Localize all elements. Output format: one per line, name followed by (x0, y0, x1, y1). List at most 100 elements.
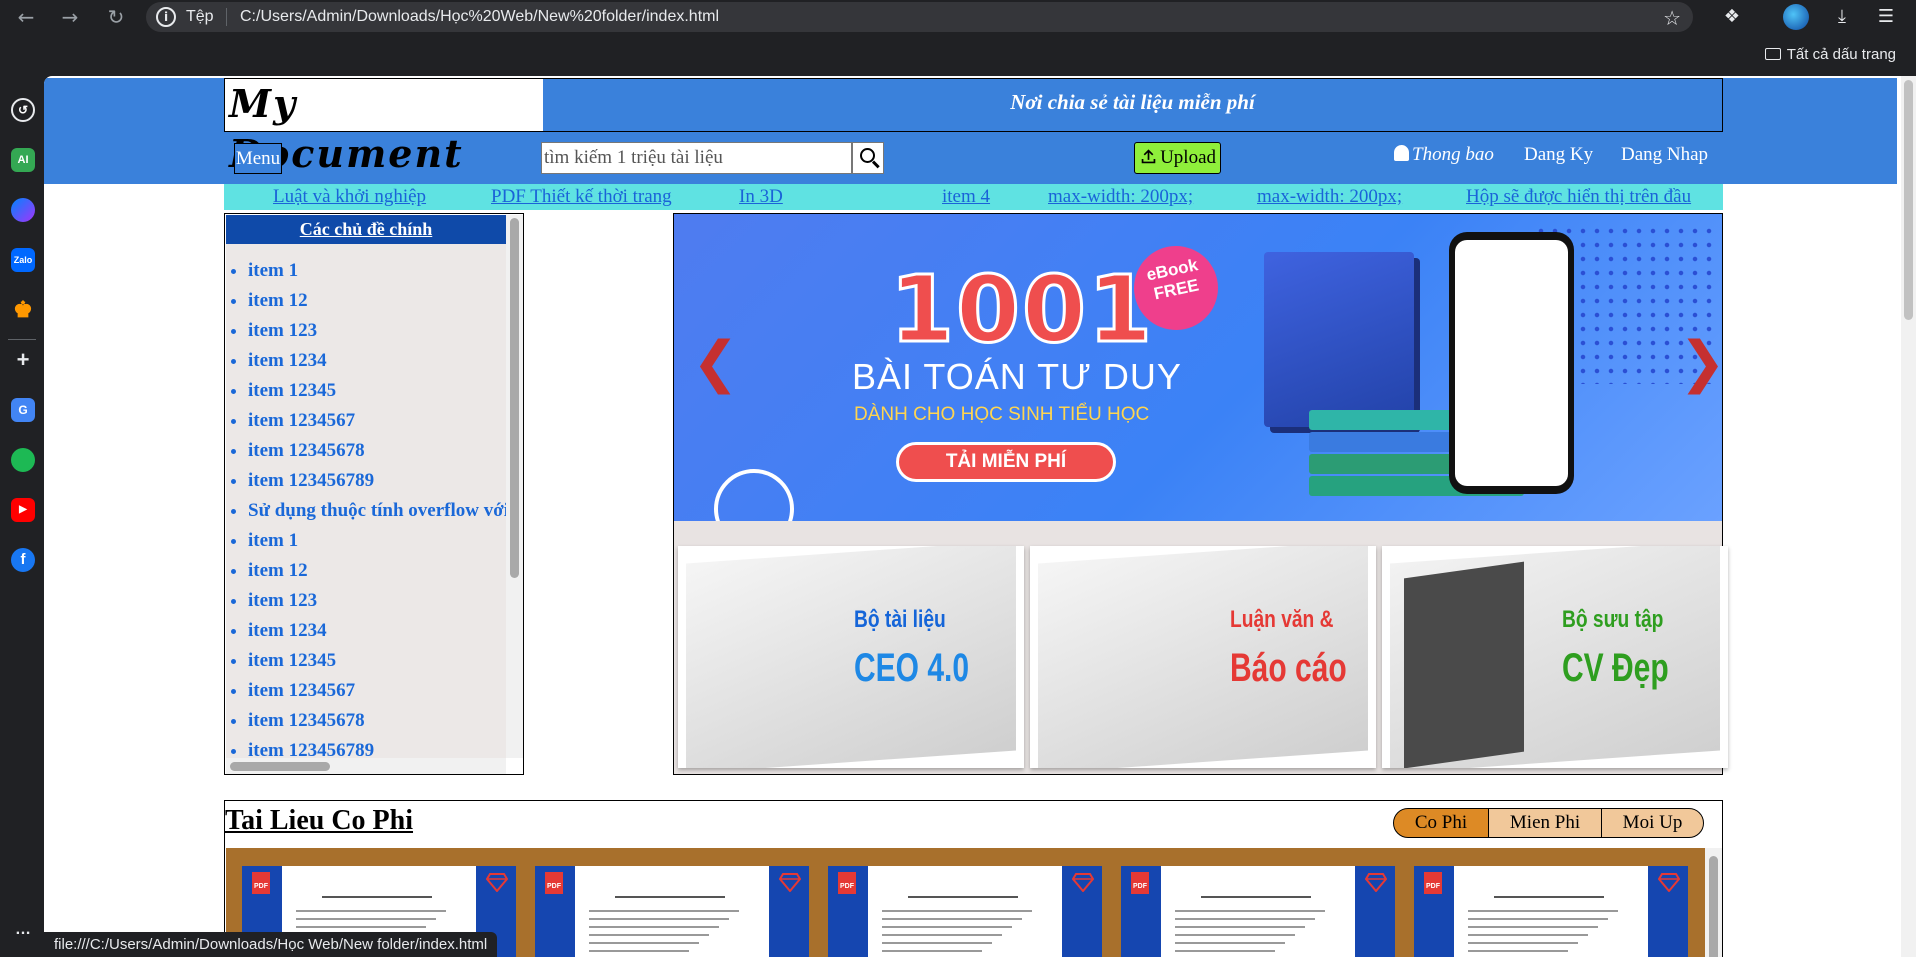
scroll-thumb[interactable] (230, 762, 330, 771)
topic-item[interactable]: item 123456789 (248, 466, 506, 496)
diamond-icon (486, 873, 508, 892)
browser-side-panel: ↺ AI Zalo ♚ + G ▶ f … (0, 76, 44, 957)
topic-item[interactable]: item 1234 (248, 616, 506, 646)
crown-icon[interactable]: ♚ (11, 298, 35, 322)
brand-bar: My Document Nơi chia sẻ tài liệu miễn ph… (224, 78, 1723, 176)
document-card[interactable]: PDF (1121, 866, 1395, 957)
topic-item[interactable]: item 12345678 (248, 706, 506, 736)
promo-card-cv[interactable]: Bộ sưu tập CV Đẹp (1382, 546, 1728, 768)
hero-download-button[interactable]: TẢI MIỄN PHÍ (896, 442, 1116, 482)
zalo-icon[interactable]: Zalo (11, 248, 35, 272)
chevron-left-icon[interactable]: ❮ (692, 330, 739, 395)
address-bar[interactable]: i Tệp C:/Users/Admin/Downloads/Học%20Web… (146, 2, 1693, 32)
history-icon[interactable]: ↺ (11, 98, 35, 122)
forward-icon[interactable]: → (58, 5, 82, 29)
more-icon[interactable]: … (11, 918, 35, 942)
site-info-icon[interactable]: i (156, 7, 176, 27)
hero-title: BÀI TOÁN TƯ DUY (852, 356, 1182, 397)
pdf-icon: PDF (1131, 872, 1149, 894)
extensions-icon[interactable]: ❖ (1720, 5, 1744, 29)
topic-item[interactable]: item 12345678 (248, 436, 506, 466)
upload-button[interactable]: Upload (1134, 142, 1221, 174)
topic-item[interactable]: item 123456789 (248, 736, 506, 758)
chevron-right-icon[interactable]: ❯ (1679, 330, 1722, 395)
topic-item[interactable]: item 12345 (248, 376, 506, 406)
category-link[interactable]: item 4 (942, 186, 990, 208)
bookmark-star-icon[interactable]: ☆ (1663, 6, 1681, 30)
back-icon[interactable]: ← (14, 5, 38, 29)
document-thumbnail (1161, 866, 1355, 957)
tab-co-phi[interactable]: Co Phi (1393, 808, 1489, 838)
menu-button[interactable]: Menu (234, 143, 282, 174)
ai-icon[interactable]: AI (11, 148, 35, 172)
category-link[interactable]: Luật và khởi nghiệp (273, 186, 426, 208)
translate-icon[interactable]: G (11, 398, 35, 422)
tab-moi-up[interactable]: Moi Up (1601, 808, 1704, 838)
add-icon[interactable]: + (11, 348, 35, 372)
scroll-thumb[interactable] (1904, 80, 1913, 320)
spotify-icon[interactable] (11, 448, 35, 472)
tab-mien-phi[interactable]: Mien Phi (1488, 808, 1602, 838)
category-link[interactable]: In 3D (739, 186, 783, 208)
pdf-icon: PDF (1424, 872, 1442, 894)
topic-item[interactable]: item 12 (248, 556, 506, 586)
document-thumbnail (575, 866, 769, 957)
topic-item[interactable]: item 123 (248, 316, 506, 346)
promo-card-line1: Bộ sưu tập (1562, 606, 1664, 633)
all-bookmarks-button[interactable]: Tất cả dấu trang (1764, 46, 1896, 63)
topic-item[interactable]: item 123 (248, 586, 506, 616)
search-button[interactable] (852, 142, 884, 174)
profile-avatar[interactable] (1783, 4, 1809, 30)
topic-vertical-scrollbar[interactable] (506, 215, 523, 758)
topic-item[interactable]: item 1 (248, 256, 506, 286)
cv-preview (1404, 561, 1524, 768)
hero-subtitle: DÀNH CHO HỌC SINH TIỂU HỌC (854, 404, 1150, 425)
scroll-thumb[interactable] (510, 218, 519, 578)
upload-icon (1141, 149, 1156, 164)
topic-item[interactable]: item 1234567 (248, 406, 506, 436)
upload-label: Upload (1160, 147, 1216, 168)
reload-icon[interactable]: ↻ (104, 5, 128, 29)
download-icon[interactable]: ⤓ (1830, 5, 1854, 29)
category-link[interactable]: Hộp sẽ được hiển thị trên đầu (1466, 186, 1691, 208)
menu-icon[interactable]: ☰ (1874, 5, 1898, 29)
topic-item[interactable]: item 12345 (248, 646, 506, 676)
decor-ring (714, 469, 794, 521)
promo-card-ceo[interactable]: Bộ tài liệu CEO 4.0 (678, 546, 1024, 768)
search-input[interactable] (541, 142, 852, 174)
topic-item[interactable]: item 1 (248, 526, 506, 556)
notification-link[interactable]: Thong bao (1394, 144, 1494, 166)
promo-card-line1: Luận văn & (1230, 606, 1334, 633)
site-logo[interactable]: My Document (225, 79, 543, 176)
promo-card-thesis[interactable]: Luận văn & Báo cáo (1030, 546, 1376, 768)
topic-horizontal-scrollbar[interactable] (226, 758, 506, 774)
youtube-icon[interactable]: ▶ (11, 498, 35, 522)
pdf-icon: PDF (545, 872, 563, 894)
topic-item[interactable]: item 12 (248, 286, 506, 316)
topic-item[interactable]: item 1234567 (248, 676, 506, 706)
hero-slider[interactable]: 1001 eBook FREE BÀI TOÁN TƯ DUY DÀNH CHO … (674, 214, 1722, 521)
topic-list[interactable]: item 1item 12item 123item 1234item 12345… (226, 244, 506, 758)
login-link[interactable]: Dang Nhap (1621, 144, 1708, 166)
document-card[interactable]: PDF (535, 866, 809, 957)
register-link[interactable]: Dang Ky (1524, 144, 1593, 166)
category-link[interactable]: PDF Thiết kế thời trang (491, 186, 672, 208)
topic-item[interactable]: item 1234 (248, 346, 506, 376)
document-card[interactable]: PDF (1414, 866, 1688, 957)
topic-item[interactable]: Sử dụng thuộc tính overflow với (248, 496, 506, 526)
document-thumbnail (1454, 866, 1648, 957)
category-link[interactable]: max-width: 200px; (1257, 186, 1402, 208)
gallery-scrollbar[interactable] (1705, 848, 1722, 957)
page-scrollbar[interactable] (1901, 76, 1916, 957)
topic-panel-title[interactable]: Các chủ đề chính (226, 215, 506, 244)
messenger-icon[interactable] (11, 198, 35, 222)
url-text[interactable]: C:/Users/Admin/Downloads/Học%20Web/New%2… (240, 8, 719, 26)
document-card[interactable]: PDF (828, 866, 1102, 957)
facebook-icon[interactable]: f (11, 548, 35, 572)
book-image (1264, 252, 1414, 427)
banner-area: 1001 eBook FREE BÀI TOÁN TƯ DUY DÀNH CHO … (673, 213, 1728, 775)
scroll-thumb[interactable] (1709, 856, 1718, 957)
fee-tabs: Co Phi Mien Phi Moi Up (1393, 808, 1704, 838)
category-link[interactable]: max-width: 200px; (1048, 186, 1193, 208)
bell-icon (1394, 145, 1409, 161)
